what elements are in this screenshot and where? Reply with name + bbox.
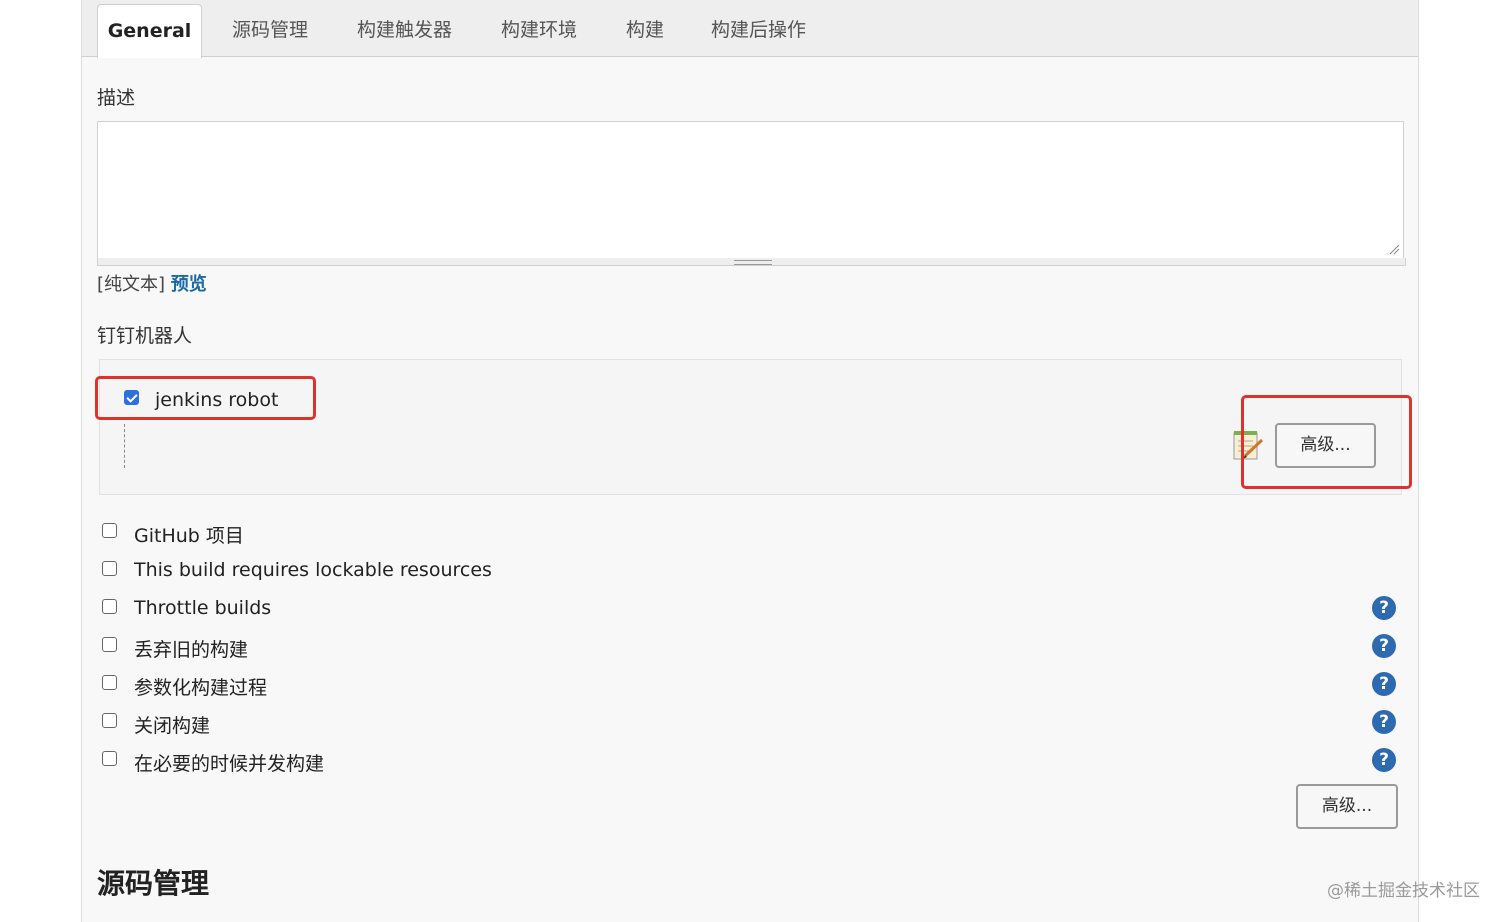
watermark: @稀土掘金技术社区 <box>1327 881 1480 901</box>
help-icon[interactable]: ? <box>1372 634 1396 658</box>
description-textarea[interactable] <box>97 121 1404 260</box>
option-checkbox-parameterized[interactable] <box>102 675 117 690</box>
robot-dashed-line <box>124 424 125 468</box>
format-plain-text: [纯文本] <box>97 274 166 295</box>
resize-handle-icon[interactable] <box>1388 243 1400 255</box>
preview-link[interactable]: 预览 <box>171 274 207 295</box>
option-checkbox-disable[interactable] <box>102 713 117 728</box>
option-label-disable: 关闭构建 <box>134 715 211 737</box>
option-checkbox-github[interactable] <box>102 523 117 538</box>
format-line: [纯文本] 预览 <box>97 270 207 296</box>
tab-scm[interactable]: 源码管理 <box>232 4 308 56</box>
option-checkbox-discard[interactable] <box>102 637 117 652</box>
help-icon[interactable]: ? <box>1372 596 1396 620</box>
option-label-concurrent: 在必要的时候并发构建 <box>134 753 325 775</box>
highlight-robot <box>95 376 316 420</box>
option-label-github: GitHub 项目 <box>134 525 244 547</box>
option-label-lockable: This build requires lockable resources <box>134 559 492 581</box>
option-checkbox-throttle[interactable] <box>102 599 117 614</box>
description-label: 描述 <box>97 87 136 109</box>
option-label-discard: 丢弃旧的构建 <box>134 639 249 661</box>
option-label-throttle: Throttle builds <box>134 597 272 619</box>
help-icon[interactable]: ? <box>1372 748 1396 772</box>
tab-general[interactable]: General <box>97 4 202 58</box>
tab-build-environment[interactable]: 构建环境 <box>501 4 577 56</box>
highlight-advanced <box>1241 395 1412 489</box>
option-checkbox-lockable[interactable] <box>102 561 117 576</box>
tab-build-triggers[interactable]: 构建触发器 <box>357 4 452 56</box>
tab-build[interactable]: 构建 <box>626 4 664 56</box>
help-icon[interactable]: ? <box>1372 672 1396 696</box>
config-panel: General 源码管理 构建触发器 构建环境 构建 构建后操作 描述 [纯文本… <box>81 0 1419 922</box>
option-label-parameterized: 参数化构建过程 <box>134 677 268 699</box>
textarea-resize-bar[interactable] <box>97 258 1406 266</box>
option-checkbox-concurrent[interactable] <box>102 751 117 766</box>
tab-bar: General 源码管理 构建触发器 构建环境 构建 构建后操作 <box>82 0 1418 58</box>
scm-section-title: 源码管理 <box>97 867 210 900</box>
general-advanced-button[interactable]: 高级... <box>1296 784 1398 829</box>
dingtalk-label: 钉钉机器人 <box>97 325 193 347</box>
help-icon[interactable]: ? <box>1372 710 1396 734</box>
tab-post-build[interactable]: 构建后操作 <box>711 4 806 56</box>
